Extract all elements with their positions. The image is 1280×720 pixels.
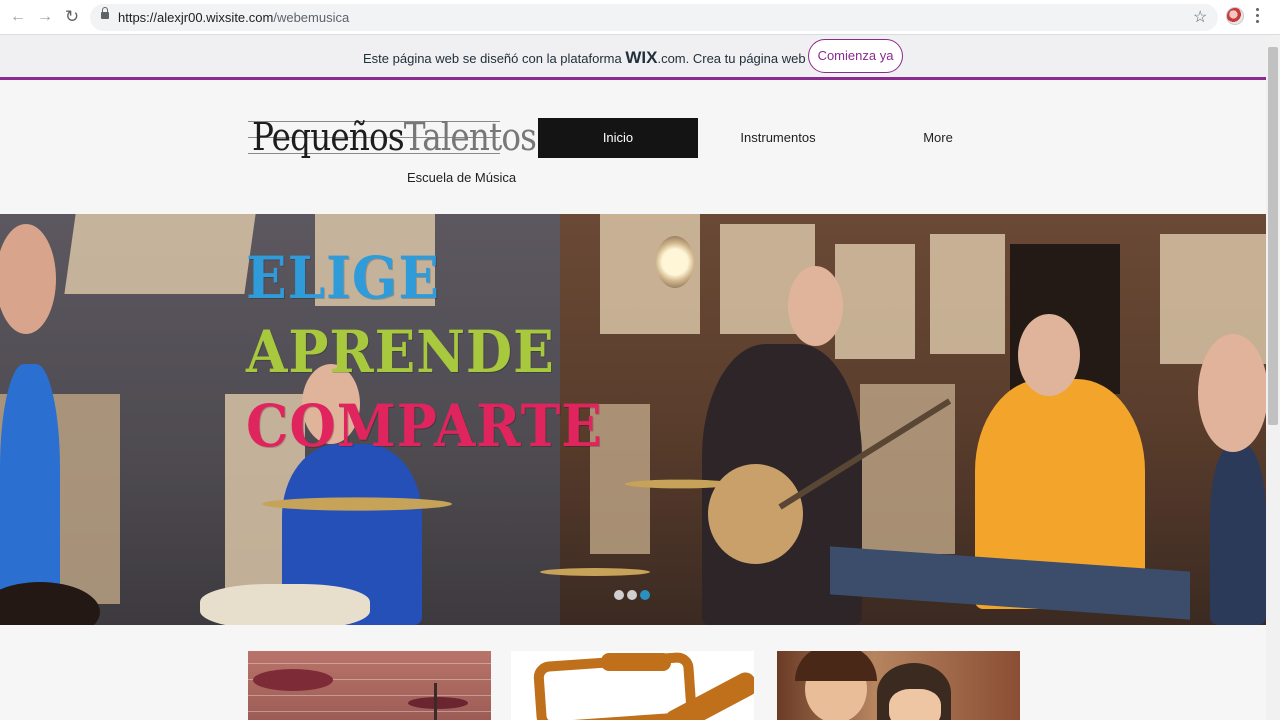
profile-avatar[interactable] (1226, 7, 1244, 25)
acoustic-panel (835, 244, 915, 359)
slideshow-indicators (614, 587, 653, 605)
star-icon[interactable]: ☆ (1193, 7, 1207, 27)
url-host: https://alexjr00.wixsite.com (118, 10, 274, 25)
slide-dot-active[interactable] (640, 590, 650, 600)
bass-guitar (708, 464, 803, 564)
wix-banner-text: Este página web se diseñó con la platafo… (363, 48, 833, 68)
child-face (889, 689, 941, 720)
logo-word-light: Talentos (403, 115, 537, 159)
instruments-illustration[interactable] (511, 651, 754, 720)
reload-icon[interactable]: ↻ (62, 7, 82, 27)
drums-photo[interactable] (248, 651, 491, 720)
lock-icon[interactable] (101, 7, 109, 19)
singer (1210, 444, 1266, 625)
nav-inicio[interactable]: Inicio (538, 118, 698, 158)
brick-line (248, 663, 491, 664)
scrollbar-thumb[interactable] (1268, 47, 1278, 425)
brick-line (248, 711, 491, 712)
hero-word-aprende: APRENDE (246, 318, 555, 386)
family-photo[interactable] (777, 651, 1020, 720)
mother-hair (795, 651, 877, 681)
browser-toolbar: ← → ↻ https://alexjr00.wixsite.com/webem… (0, 0, 1280, 35)
cymbal (262, 497, 452, 511)
nav-instrumentos[interactable]: Instrumentos (698, 118, 858, 158)
site-logo[interactable]: PequeñosTalentos (252, 115, 537, 159)
nav-more[interactable]: More (858, 118, 1018, 158)
bassist-head (788, 266, 843, 346)
logo-subtitle: Escuela de Música (407, 170, 517, 185)
wix-text-before: Este página web se diseñó con la platafo… (363, 51, 622, 66)
cymbal (540, 568, 650, 576)
cymbal (253, 669, 333, 691)
logo-word-bold: Pequeños (252, 115, 405, 159)
url-path: /webemusica (273, 10, 350, 25)
comienza-ya-button[interactable]: Comienza ya (808, 39, 903, 73)
wix-text-after: .com. Crea tu página web hoy. (657, 51, 833, 66)
page-scrollbar[interactable] (1266, 35, 1280, 720)
guitar-headstock (200, 584, 370, 625)
studio-lamp (656, 236, 694, 288)
forward-icon[interactable]: → (35, 7, 55, 27)
hero-slideshow[interactable]: ELIGE APRENDE COMPARTE (0, 214, 1266, 625)
wix-promo-banner: Este página web se diseñó con la platafo… (0, 35, 1266, 77)
menu-icon[interactable] (1256, 8, 1260, 26)
wix-logo[interactable]: WIX (625, 48, 657, 67)
brick-line (248, 695, 491, 696)
cymbal (408, 697, 468, 709)
slide-dot[interactable] (627, 590, 637, 600)
banner-divider (0, 77, 1266, 80)
acoustic-panel (930, 234, 1005, 354)
acoustic-panel (64, 214, 256, 294)
hero-word-comparte: COMPARTE (246, 392, 603, 460)
keyboardist-head (1018, 314, 1080, 396)
back-icon[interactable]: ← (8, 7, 28, 27)
hero-word-elige: ELIGE (246, 244, 441, 312)
slide-dot[interactable] (614, 590, 624, 600)
url-text[interactable]: https://alexjr00.wixsite.com/webemusica (118, 10, 349, 25)
address-bar[interactable]: https://alexjr00.wixsite.com/webemusica (90, 4, 1218, 31)
singer-head (1198, 334, 1266, 452)
sheet-music-tab (601, 653, 671, 671)
cymbal-stand (434, 683, 437, 720)
